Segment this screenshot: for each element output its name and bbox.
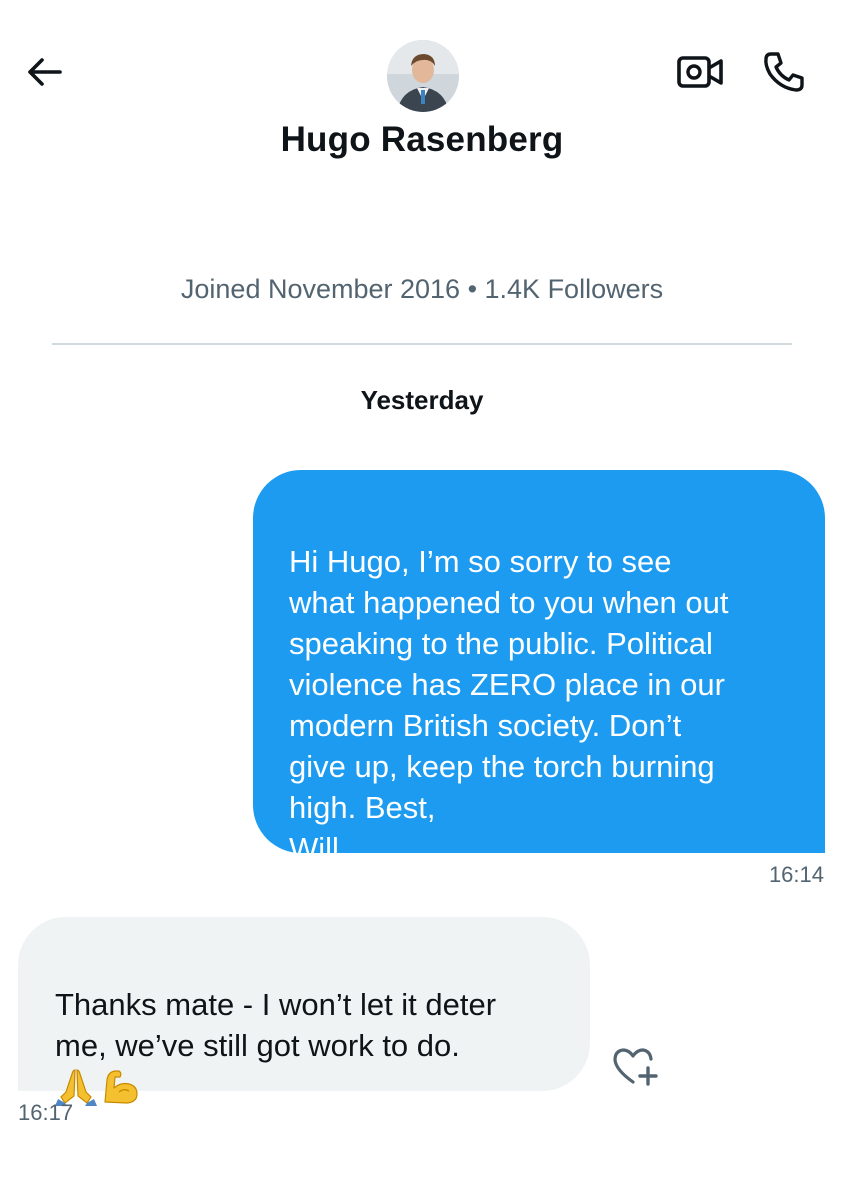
arrow-left-icon	[28, 58, 62, 86]
date-separator: Yesterday	[360, 385, 484, 415]
heart-plus-icon	[613, 1048, 658, 1086]
voice-call-button[interactable]	[758, 46, 810, 98]
video-camera-icon	[677, 56, 723, 88]
phone-icon	[764, 52, 804, 92]
back-button[interactable]	[18, 48, 70, 96]
message-text: Thanks mate - I won’t let it deter me, w…	[55, 987, 497, 1063]
flexed-biceps-emoji	[104, 1070, 138, 1104]
add-reaction-button[interactable]	[606, 1040, 664, 1092]
avatar-photo	[387, 40, 459, 112]
video-call-button[interactable]	[672, 48, 728, 96]
emoji-row	[55, 1066, 570, 1106]
incoming-message[interactable]: Thanks mate - I won’t let it deter me, w…	[18, 917, 590, 1106]
contact-name[interactable]: Hugo Rasenberg	[0, 120, 844, 160]
message-timestamp: 16:17	[18, 1100, 74, 1125]
avatar[interactable]	[387, 40, 459, 112]
divider	[52, 343, 792, 345]
message-text: Hi Hugo, I’m so sorry to see what happen…	[289, 544, 729, 866]
message-timestamp: 16:14	[768, 862, 824, 887]
profile-meta: Joined November 2016 • 1.4K Followers	[180, 274, 664, 304]
outgoing-message[interactable]: Hi Hugo, I’m so sorry to see what happen…	[253, 470, 825, 866]
